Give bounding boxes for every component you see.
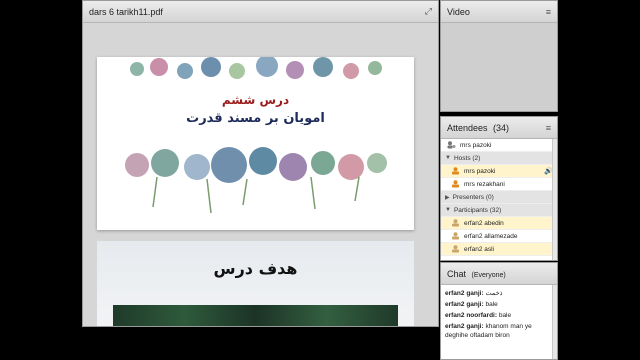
current-user-row: mrs pazoki (441, 139, 557, 152)
attendee-row[interactable]: erfan2 asli (441, 243, 557, 256)
maximize-icon[interactable]: ⤢ (425, 6, 432, 17)
attendee-name: erfan2 asli (464, 245, 494, 253)
share-pod-header: dars 6 tarikh11.pdf ⤢ (83, 1, 438, 23)
participant-icon (452, 245, 459, 253)
attendee-name: mrs pazoki (464, 167, 496, 175)
chat-sender: erfan2 ganji: (445, 323, 484, 330)
document-title: dars 6 tarikh11.pdf (89, 6, 163, 17)
current-user-name: mrs pazoki (460, 141, 492, 149)
video-pod-header: Video ≡ (441, 1, 557, 23)
participant-icon (452, 232, 459, 240)
chat-text: bale (485, 301, 498, 308)
slide-heading: هدف درس (213, 259, 298, 278)
attendees-pod-header: Attendees (34) ≡ (441, 117, 557, 139)
participant-icon (452, 219, 459, 227)
pod-options-icon[interactable]: ≡ (546, 123, 551, 133)
floral-decoration-bottom (125, 147, 387, 214)
hosts-section[interactable]: ▼ Hosts (2) (441, 152, 557, 165)
host-icon (452, 167, 459, 175)
attendee-row[interactable]: mrs pazoki 🔊 (441, 165, 557, 178)
presenters-section[interactable]: ▶ Presenters (0) (441, 191, 557, 204)
attendee-name: erfan2 allamezade (464, 232, 518, 240)
presenters-label: Presenters (0) (452, 193, 494, 201)
slide-page-1: درس ششم امویان بر مسند قدرت (97, 57, 414, 230)
chat-sender: erfan2 ganji: (445, 290, 484, 297)
slide-lesson-number: درس ششم (221, 93, 290, 107)
chat-message: erfan2 noorfardi: bale (441, 309, 557, 320)
chat-text: ذخمت (485, 290, 503, 297)
attendee-status-icon (447, 141, 456, 149)
attendee-row[interactable]: erfan2 abedin (441, 217, 557, 230)
share-pod: dars 6 tarikh11.pdf ⤢ درس ششم امویان بر … (82, 0, 439, 327)
chat-pod-header: Chat (Everyone) (441, 263, 557, 285)
document-viewer[interactable]: درس ششم امویان بر مسند قدرت هدف درس (83, 23, 438, 326)
attendees-pod: Attendees (34) ≡ mrs pazoki ▼ Hosts (2) … (440, 116, 558, 261)
chat-scrollbar[interactable] (552, 285, 557, 359)
video-title: Video (447, 6, 470, 17)
attendees-title: Attendees (34) (447, 122, 510, 133)
attendee-name: mrs rezakhani (464, 180, 505, 188)
host-icon (452, 180, 459, 188)
attendee-row[interactable]: erfan2 allamezade (441, 230, 557, 243)
chat-text: bale (498, 312, 512, 319)
chat-message: erfan2 ganji: bale (441, 298, 557, 309)
floral-decoration-top (130, 57, 382, 79)
attendee-row[interactable]: mrs rezakhani (441, 178, 557, 191)
chat-title: Chat (Everyone) (447, 268, 506, 279)
chat-sender: erfan2 noorfardi: (445, 312, 498, 319)
collapse-triangle-icon[interactable]: ▼ (445, 207, 451, 213)
video-area (441, 23, 557, 111)
slide-page-2: هدف درس (97, 241, 414, 326)
chat-sender: erfan2 ganji: (445, 301, 484, 308)
expand-triangle-icon[interactable]: ▶ (445, 194, 450, 201)
chat-pod: Chat (Everyone) erfan2 ganji: ذخمت erfan… (440, 262, 558, 360)
chat-message: erfan2 ganji: ذخمت (441, 285, 557, 298)
attendee-name: erfan2 abedin (464, 219, 504, 227)
leaf-image (113, 305, 398, 326)
slide-lesson-title: امویان بر مسند قدرت (186, 111, 325, 126)
participants-section[interactable]: ▼ Participants (32) (441, 204, 557, 217)
pod-options-icon[interactable]: ≡ (546, 7, 551, 17)
participants-label: Participants (32) (453, 206, 502, 214)
chat-message: erfan2 ganji: khanom man ye deghihe ofta… (441, 320, 557, 340)
video-pod: Video ≡ (440, 0, 558, 112)
hosts-label: Hosts (2) (453, 154, 481, 162)
collapse-triangle-icon[interactable]: ▼ (445, 155, 451, 161)
attendees-scrollbar[interactable] (552, 139, 557, 260)
